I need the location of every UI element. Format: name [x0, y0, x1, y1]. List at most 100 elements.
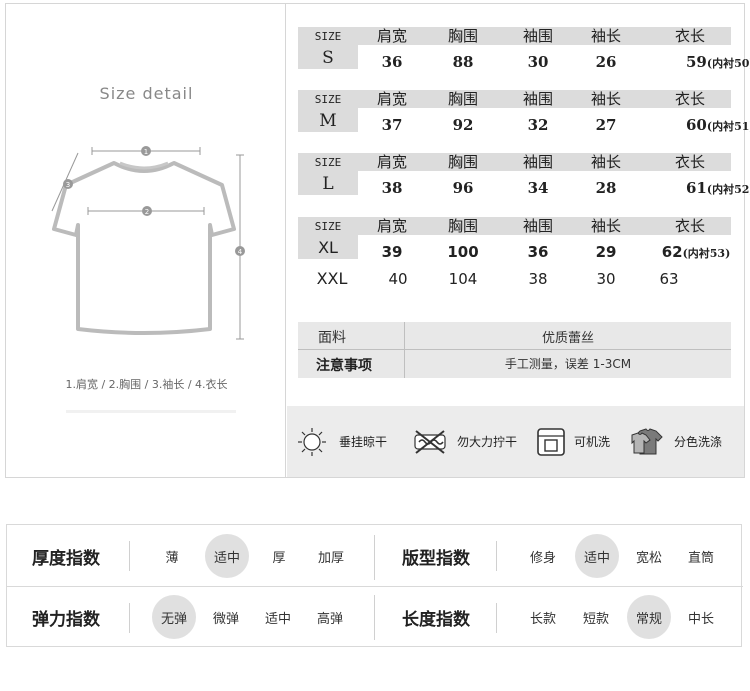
stretch-option: 无弹	[160, 612, 187, 627]
header-cuff: 袖围	[522, 217, 553, 235]
marker-2-label: 2	[145, 208, 149, 216]
header-cuff: 袖围	[522, 153, 553, 171]
thickness-option: 适中	[213, 551, 240, 566]
care-label: 可机洗	[574, 435, 611, 449]
s-sleeve: 26	[595, 53, 617, 71]
size-l: L	[322, 174, 334, 194]
xxl-length: 63	[659, 270, 679, 288]
header-chest: 胸围	[447, 153, 478, 171]
length-title: 长度指数	[402, 610, 470, 630]
header-shoulder: 肩宽	[376, 27, 407, 45]
size-xl: XL	[318, 238, 338, 257]
header-shoulder: 肩宽	[376, 217, 407, 235]
header-shoulder: 肩宽	[376, 90, 407, 108]
header-length: 衣长	[674, 27, 705, 45]
header-chest: 胸围	[447, 90, 478, 108]
xxl-cuff: 38	[528, 270, 548, 288]
faint-divider	[66, 410, 236, 413]
xxl-shoulder: 40	[388, 270, 408, 288]
care-label: 分色洗涤	[674, 435, 723, 449]
m-length: 60(内衬51)	[686, 116, 750, 134]
care-wash-separately: 分色洗涤	[630, 406, 722, 477]
fit-option: 宽松	[635, 551, 662, 566]
thickness-option: 加厚	[317, 551, 344, 566]
fit-option: 适中	[583, 551, 610, 566]
m-shoulder: 37	[381, 116, 403, 134]
s-length: 59(内衬50)	[686, 53, 750, 71]
s-cuff: 30	[527, 53, 549, 71]
header-sleeve: 袖长	[590, 217, 621, 235]
size-detail-panel: Size detail 1 2 3 4 1.肩宽 / 2.胸围 / 3.袖长 /…	[5, 3, 286, 478]
stretch-title: 弹力指数	[32, 610, 100, 630]
care-label: 勿大力拧干	[457, 435, 518, 449]
care-bar: 垂挂晾干 勿大力拧干 可机洗 分色洗涤	[287, 406, 744, 477]
care-no-wring: 勿大力拧干	[413, 406, 517, 477]
marker-4-label: 4	[238, 248, 243, 256]
thickness-option: 薄	[165, 551, 179, 566]
note-label: 注意事项	[316, 358, 372, 374]
size-s: S	[322, 48, 334, 68]
fabric-table: 面料 优质蕾丝 注意事项 手工测量，误差 1-3CM	[298, 322, 731, 378]
header-sleeve: 袖长	[590, 27, 621, 45]
care-machine-wash: 可机洗	[536, 406, 610, 477]
header-sleeve: 袖长	[590, 90, 621, 108]
l-length: 61(内衬52)	[686, 179, 750, 197]
size-m: M	[319, 111, 337, 131]
washing-machine-icon	[537, 427, 565, 456]
m-chest: 92	[452, 116, 474, 134]
marker-1-label: 1	[144, 148, 148, 156]
stretch-option: 高弹	[316, 612, 343, 627]
thickness-title: 厚度指数	[32, 549, 100, 569]
fabric-label: 面料	[318, 330, 346, 346]
header-cuff: 袖围	[522, 27, 553, 45]
fit-option: 直筒	[687, 551, 714, 566]
header-chest: 胸围	[447, 217, 478, 235]
length-option: 短款	[582, 612, 609, 627]
care-hang-dry: 垂挂晾干	[297, 406, 387, 477]
header-cuff: 袖围	[522, 90, 553, 108]
sun-icon	[298, 427, 326, 456]
index-box: 厚度指数 薄 适中 厚 加厚 版型指数 修身 适中 宽松 直筒 弹力指数 无弹 …	[6, 524, 743, 647]
thickness-option: 厚	[272, 551, 286, 566]
xl-chest: 100	[447, 243, 479, 261]
length-option: 中长	[687, 612, 714, 627]
header-length: 衣长	[674, 153, 705, 171]
header-chest: 胸围	[447, 27, 478, 45]
shirt-color-icon	[631, 427, 663, 454]
l-cuff: 34	[527, 179, 549, 197]
measurement-legend: 1.肩宽 / 2.胸围 / 3.袖长 / 4.衣长	[65, 378, 228, 391]
tshirt-diagram: 1 2 3 4	[51, 146, 245, 340]
index-divider	[7, 586, 743, 587]
stretch-option: 微弹	[212, 612, 239, 627]
header-shoulder: 肩宽	[376, 153, 407, 171]
length-option: 常规	[635, 612, 662, 627]
size-word: SIZE	[314, 30, 342, 43]
l-sleeve: 28	[595, 179, 617, 197]
header-sleeve: 袖长	[590, 153, 621, 171]
l-chest: 96	[452, 179, 474, 197]
care-label: 垂挂晾干	[339, 435, 388, 449]
xxl-sleeve: 30	[596, 270, 616, 288]
xxl-chest: 104	[448, 270, 478, 288]
fit-title: 版型指数	[402, 549, 470, 569]
no-wring-icon	[414, 429, 446, 454]
note-value: 手工测量，误差 1-3CM	[504, 357, 632, 371]
header-length: 衣长	[674, 217, 705, 235]
fabric-value: 优质蕾丝	[541, 331, 594, 346]
size-word: SIZE	[314, 93, 342, 106]
length-option: 长款	[529, 612, 556, 627]
s-shoulder: 36	[381, 53, 403, 71]
s-chest: 88	[452, 53, 474, 71]
m-sleeve: 27	[595, 116, 617, 134]
fit-option: 修身	[529, 551, 556, 566]
xl-shoulder: 39	[381, 243, 403, 261]
size-word: SIZE	[314, 220, 342, 233]
header-length: 衣长	[674, 90, 705, 108]
size-word: SIZE	[314, 156, 342, 169]
xl-cuff: 36	[527, 243, 549, 261]
xl-sleeve: 29	[595, 243, 617, 261]
m-cuff: 32	[527, 116, 549, 134]
size-xxl: XXL	[316, 269, 348, 288]
l-shoulder: 38	[381, 179, 403, 197]
stretch-option: 适中	[264, 612, 291, 627]
